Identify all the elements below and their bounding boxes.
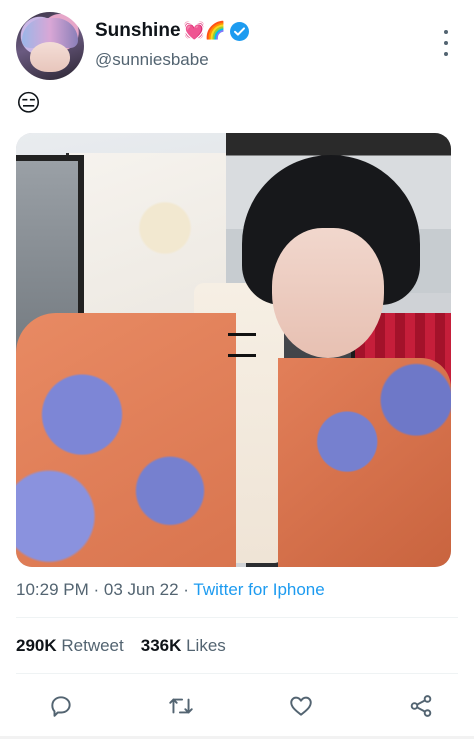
tweet-source-link[interactable]: Twitter for Iphone [193,580,324,599]
reply-button[interactable] [46,691,76,721]
heart-icon [290,696,312,716]
retweet-button[interactable] [166,691,196,721]
tweet-photo[interactable] [16,133,451,567]
verified-badge-icon [229,21,249,41]
author-handle[interactable]: @sunniesbabe [95,50,209,70]
share-button[interactable] [406,691,436,721]
tweet-meta: 10:29 PM · 03 Jun 22 · Twitter for Iphon… [16,580,325,600]
author-name-emojis: 💓🌈 [183,21,226,40]
more-options-icon[interactable] [441,30,451,56]
author-name-text: Sunshine [95,20,181,41]
meta-separator: · [88,580,104,599]
like-button[interactable] [286,691,316,721]
tweet-header: Sunshine 💓🌈 @sunniesbabe [16,12,458,82]
tweet-text: 😑 [16,90,42,117]
tweet-time: 10:29 PM [16,580,89,599]
likes-label: Likes [181,636,226,655]
avatar[interactable] [16,12,84,80]
speech-bubble-icon [51,696,71,717]
retweet-icon [169,698,193,714]
meta-separator: · [178,580,194,599]
author-display-name[interactable]: Sunshine 💓🌈 [95,20,249,42]
avatar-face [30,42,70,72]
retweets-label: Retweet [56,636,124,655]
retweets-count: 290K [16,636,57,655]
share-icon [410,695,432,717]
tweet-stats: 290K Retweet 336K Likes [16,636,226,656]
likes-stat[interactable]: 336K Likes [141,636,226,655]
tweet-actions [16,688,458,724]
divider [16,617,458,618]
tweet-date: 03 Jun 22 [103,580,179,599]
retweets-stat[interactable]: 290K Retweet [16,636,124,655]
likes-count: 336K [140,636,182,655]
divider [16,673,458,674]
